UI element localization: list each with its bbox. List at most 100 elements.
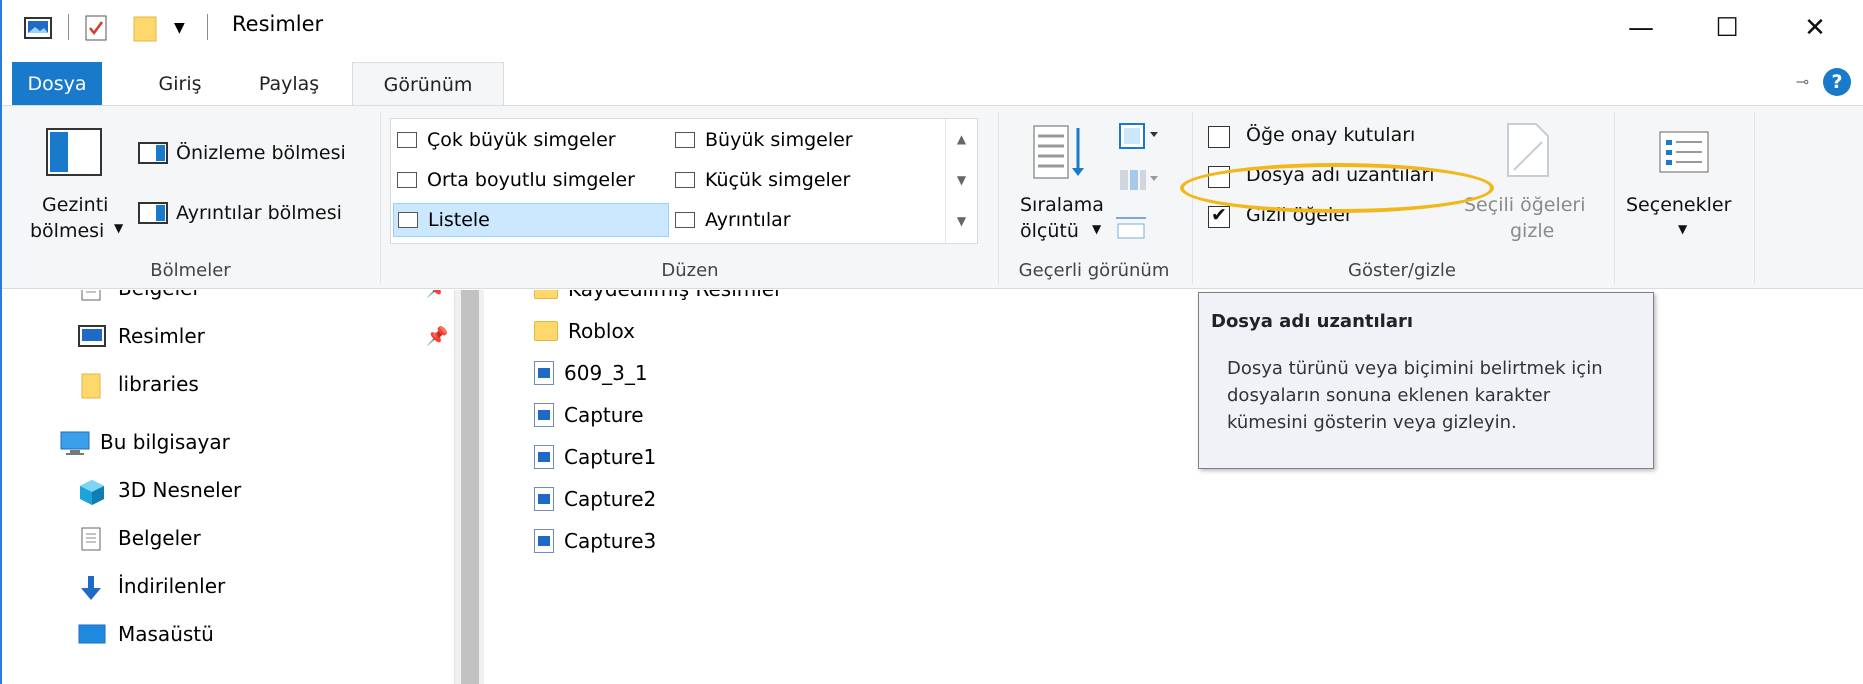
folder-icon: [534, 290, 558, 299]
group-separator: [380, 112, 381, 284]
chevron-down-icon[interactable]: ▼: [114, 221, 123, 235]
new-folder-icon[interactable]: [132, 12, 158, 44]
chevron-down-icon[interactable]: ▼: [1092, 222, 1101, 236]
hide-selected-items-icon[interactable]: [1506, 122, 1550, 183]
nav-item-belgeler-quick[interactable]: Belgeler: [78, 290, 201, 306]
navigation-pane: Belgeler 📌 Resimler 📌 libraries Bu bilgi…: [2, 290, 454, 684]
folder-icon: [78, 372, 104, 399]
add-columns-icon[interactable]: [1118, 166, 1160, 199]
nav-item-downloads[interactable]: İndirilenler: [78, 568, 225, 604]
size-columns-to-fit-icon[interactable]: [1114, 210, 1148, 245]
medium-icons-icon: [397, 172, 417, 188]
sort-by-label-2[interactable]: ölçütü: [1020, 220, 1079, 242]
group-separator: [998, 112, 999, 284]
layout-medium-icons[interactable]: Orta boyutlu simgeler: [397, 163, 635, 197]
hidden-items-checkbox[interactable]: [1208, 204, 1230, 228]
image-file-icon: [534, 445, 554, 469]
ribbon-tabs: Dosya Giriş Paylaş Görünüm ⊸ ?: [2, 56, 1863, 107]
preview-pane-icon[interactable]: [138, 142, 168, 169]
pin-icon[interactable]: 📌: [426, 290, 448, 299]
quick-access-dropdown-icon[interactable]: ▼: [174, 12, 185, 44]
layout-list[interactable]: Listele: [393, 203, 669, 237]
group-label-current-view: Geçerli görünüm: [1018, 260, 1170, 281]
list-item[interactable]: 609_3_1: [534, 356, 648, 390]
tooltip-body: Dosya türünü veya biçimini belirtmek içi…: [1227, 358, 1603, 433]
list-item[interactable]: Capture1: [534, 440, 656, 474]
desktop-icon: [78, 622, 106, 646]
help-button[interactable]: ?: [1823, 68, 1851, 96]
list-item[interactable]: Capture3: [534, 524, 656, 558]
scrollbar-thumb[interactable]: [461, 290, 479, 684]
group-label-show-hide: Göster/gizle: [1348, 260, 1456, 281]
document-icon: [78, 290, 104, 301]
hide-selected-items-label-2[interactable]: gizle: [1510, 220, 1554, 242]
pin-icon[interactable]: 📌: [426, 326, 448, 347]
file-list: Kaydedilmiş Resimler Roblox 609_3_1 Capt…: [484, 290, 1863, 684]
tooltip-title: Dosya adı uzantıları: [1211, 311, 1414, 332]
details-pane-icon[interactable]: [138, 202, 168, 229]
nav-item-3d-objects[interactable]: 3D Nesneler: [78, 472, 241, 508]
image-file-icon: [534, 487, 554, 511]
large-icons-icon: [675, 132, 695, 148]
folder-icon: [534, 321, 558, 341]
layout-large-icons[interactable]: Büyük simgeler: [675, 123, 853, 157]
navigation-pane-scrollbar[interactable]: [454, 290, 484, 684]
nav-item-desktop[interactable]: Masaüstü: [78, 616, 214, 652]
group-label-panes: Bölmeler: [150, 260, 231, 281]
item-checkboxes-checkbox[interactable]: [1208, 126, 1230, 148]
chevron-down-icon[interactable]: ▼: [1678, 222, 1687, 236]
minimize-button[interactable]: —: [1598, 0, 1684, 56]
close-button[interactable]: ✕: [1772, 0, 1858, 56]
details-pane-button[interactable]: Ayrıntılar bölmesi: [176, 202, 342, 224]
window-icon[interactable]: [24, 12, 52, 44]
ribbon: Gezinti bölmesi ▼ Önizleme bölmesi Ayrın…: [2, 105, 1863, 289]
nav-item-this-pc[interactable]: Bu bilgisayar: [60, 424, 230, 460]
gallery-expand-icon[interactable]: ▼: [946, 201, 977, 242]
3d-objects-icon: [78, 478, 104, 505]
list-item[interactable]: Capture: [534, 398, 644, 432]
group-by-icon[interactable]: [1118, 122, 1160, 155]
item-checkboxes-label[interactable]: Öğe onay kutuları: [1246, 124, 1415, 146]
options-button[interactable]: Seçenekler: [1626, 194, 1731, 216]
highlight-annotation: [1180, 163, 1494, 213]
layout-small-icons[interactable]: Küçük simgeler: [675, 163, 850, 197]
group-separator: [1754, 112, 1755, 284]
title-bar: ▼ Resimler — ☐ ✕: [2, 0, 1863, 56]
sort-by-label-1[interactable]: Sıralama: [1020, 194, 1104, 216]
nav-item-libraries[interactable]: libraries: [78, 366, 199, 402]
details-icon: [675, 212, 695, 228]
maximize-button[interactable]: ☐: [1684, 0, 1770, 56]
tab-share[interactable]: Paylaş: [244, 62, 334, 106]
tab-view[interactable]: Görünüm: [352, 62, 504, 107]
window-title: Resimler: [232, 12, 324, 36]
list-icon: [398, 212, 418, 228]
list-item[interactable]: Kaydedilmiş Resimler: [534, 290, 782, 306]
properties-icon[interactable]: [84, 12, 108, 44]
navigation-pane-label-1[interactable]: Gezinti: [42, 194, 108, 216]
navigation-pane-label-2[interactable]: bölmesi: [30, 220, 104, 242]
nav-item-belgeler[interactable]: Belgeler: [78, 520, 201, 556]
list-item[interactable]: Roblox: [534, 314, 635, 348]
layout-gallery-scroll[interactable]: ▲ ▼ ▼: [945, 119, 977, 243]
small-icons-icon: [675, 172, 695, 188]
computer-icon: [60, 430, 90, 455]
layout-extra-large-icons[interactable]: Çok büyük simgeler: [397, 123, 616, 157]
nav-item-resimler[interactable]: Resimler: [78, 318, 205, 354]
tab-file[interactable]: Dosya: [12, 62, 102, 106]
image-file-icon: [534, 361, 554, 385]
tab-home[interactable]: Giriş: [140, 62, 220, 106]
scroll-down-icon[interactable]: ▼: [946, 160, 977, 201]
preview-pane-button[interactable]: Önizleme bölmesi: [176, 142, 346, 164]
sort-by-icon[interactable]: [1032, 124, 1086, 185]
image-file-icon: [534, 529, 554, 553]
layout-details[interactable]: Ayrıntılar: [675, 203, 791, 237]
options-icon[interactable]: [1658, 130, 1710, 179]
image-file-icon: [534, 403, 554, 427]
navigation-pane-icon[interactable]: [46, 128, 102, 181]
document-icon: [78, 526, 104, 551]
tooltip: Dosya adı uzantıları Dosya türünü veya b…: [1198, 292, 1654, 469]
group-label-layout: Düzen: [661, 260, 719, 281]
pin-ribbon-icon[interactable]: ⊸: [1796, 72, 1809, 91]
list-item[interactable]: Capture2: [534, 482, 656, 516]
scroll-up-icon[interactable]: ▲: [946, 119, 977, 160]
